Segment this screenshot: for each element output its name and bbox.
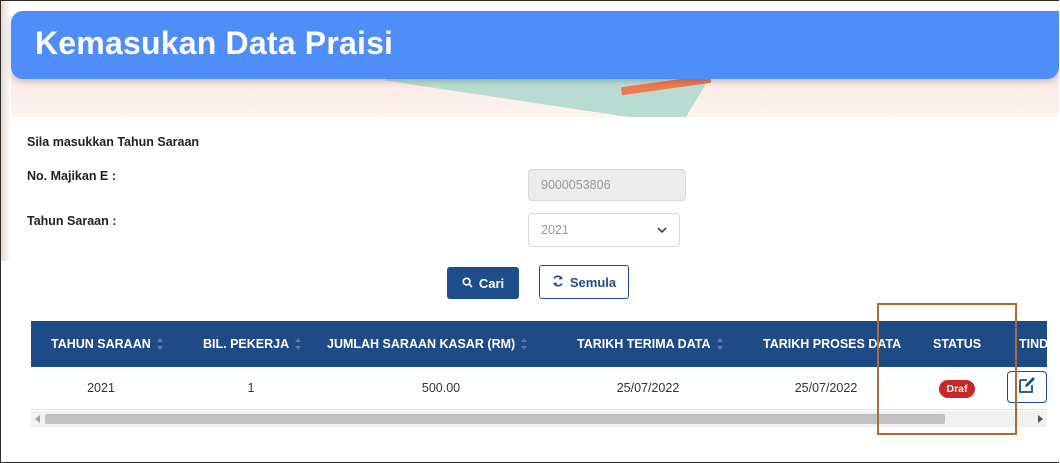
- sort-icon: [295, 337, 302, 350]
- reset-button-label: Semula: [569, 274, 617, 290]
- sort-icon: [521, 337, 528, 350]
- decor-left-edge: [1, 1, 11, 261]
- column-header-label: TAHUN SARAAN: [51, 337, 151, 351]
- column-header-tindakan[interactable]: TIND: [1019, 321, 1047, 367]
- column-header-label: TARIKH TERIMA DATA: [577, 337, 711, 351]
- column-header-label: BIL. PEKERJA: [203, 337, 290, 351]
- column-header-label: TIND: [1019, 337, 1047, 351]
- form-instruction: Sila masukkan Tahun Saraan: [27, 135, 200, 149]
- status-highlight-annotation: [877, 303, 1017, 435]
- cell-tahun: 2021: [87, 381, 115, 395]
- page-frame: Kemasukan Data Praisi Sila masukkan Tahu…: [0, 0, 1059, 463]
- sort-icon: [716, 337, 723, 350]
- cell-proses: 25/07/2022: [794, 381, 858, 395]
- year-select-value: 2021: [541, 223, 569, 237]
- refresh-icon: [552, 275, 564, 290]
- employer-number-field: 9000053806: [528, 169, 686, 201]
- column-header-label: JUMLAH SARAAN KASAR (RM): [327, 337, 516, 351]
- column-header-jumlah[interactable]: JUMLAH SARAAN KASAR (RM): [327, 321, 528, 367]
- edit-icon: [1017, 375, 1037, 400]
- sort-icon: [156, 337, 163, 350]
- cell-jumlah: 500.00: [421, 381, 461, 395]
- cell-bil: 1: [247, 381, 255, 395]
- year-select[interactable]: 2021: [528, 213, 680, 247]
- page-title: Kemasukan Data Praisi: [35, 25, 394, 61]
- header-decoration: [11, 73, 1059, 117]
- chevron-down-icon: [657, 223, 667, 237]
- title-bar: Kemasukan Data Praisi: [11, 11, 1059, 79]
- column-header-bil[interactable]: BIL. PEKERJA: [203, 321, 302, 367]
- cell-terima: 25/07/2022: [616, 381, 680, 395]
- decor-teal-shape: [384, 73, 718, 117]
- search-button[interactable]: Cari: [447, 267, 519, 299]
- employer-label: No. Majikan E :: [27, 169, 116, 183]
- column-header-tahun[interactable]: TAHUN SARAAN: [51, 321, 163, 367]
- search-icon: [462, 276, 473, 291]
- year-label: Tahun Saraan :: [27, 214, 117, 228]
- scroll-right-icon[interactable]: [1038, 415, 1043, 423]
- scroll-left-icon[interactable]: [35, 415, 40, 423]
- reset-button[interactable]: Semula: [539, 265, 629, 299]
- search-button-label: Cari: [478, 275, 505, 291]
- scrollbar-thumb[interactable]: [45, 414, 945, 424]
- column-header-terima[interactable]: TARIKH TERIMA DATA: [577, 321, 723, 367]
